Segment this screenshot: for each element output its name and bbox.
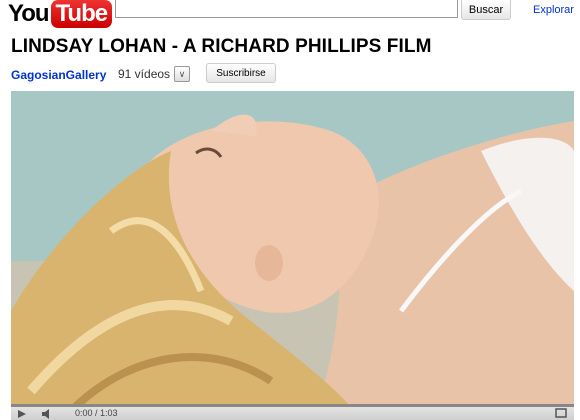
video-title: LINDSAY LOHAN - A RICHARD PHILLIPS FILM	[11, 36, 432, 57]
video-count: 91 vídeos	[118, 67, 171, 81]
chevron-down-icon[interactable]: ∨	[174, 66, 191, 82]
subscribe-button[interactable]: Suscribirse	[206, 63, 276, 83]
progress-bar[interactable]	[11, 404, 574, 407]
search-input[interactable]	[115, 0, 458, 18]
video-frame-image	[11, 91, 574, 420]
volume-icon[interactable]	[41, 409, 55, 419]
player-controls: 0:00 / 1:03	[11, 404, 574, 420]
search-button[interactable]: Buscar	[461, 0, 511, 20]
video-count-dropdown[interactable]: 91 vídeos ∨	[118, 64, 191, 84]
play-icon[interactable]	[17, 409, 27, 419]
explore-link[interactable]: Explorar	[533, 4, 574, 16]
youtube-logo[interactable]: You Tube	[8, 0, 113, 28]
logo-tube-text: Tube	[50, 0, 113, 28]
channel-link[interactable]: GagosianGallery	[11, 68, 106, 82]
fullscreen-icon[interactable]	[555, 408, 567, 418]
time-display: 0:00 / 1:03	[75, 408, 118, 418]
logo-you-text: You	[8, 0, 50, 27]
video-player[interactable]	[11, 91, 574, 420]
